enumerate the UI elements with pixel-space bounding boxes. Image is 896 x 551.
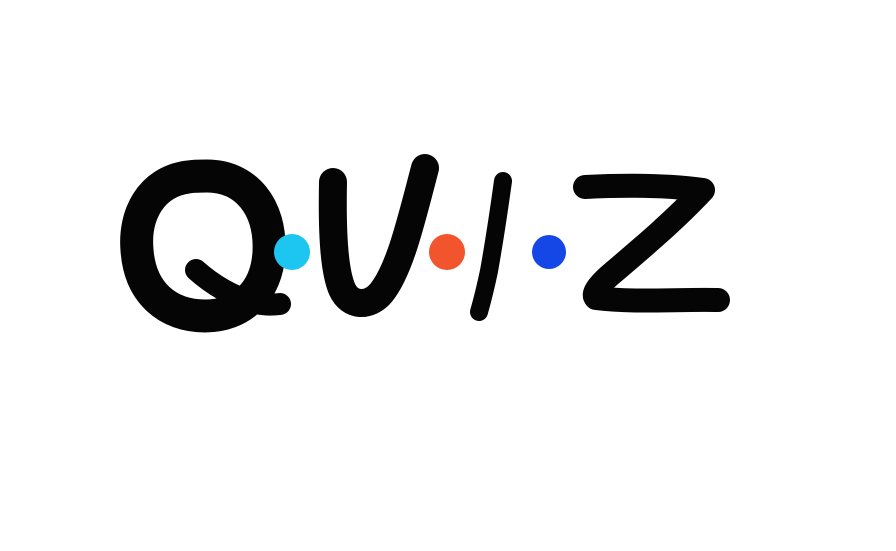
logo-letter-z xyxy=(573,173,730,313)
logo-letter-i xyxy=(470,172,512,321)
quiz-logo-canvas: QUIZ xyxy=(0,0,896,551)
logo-letter-q xyxy=(120,159,291,333)
orange-dot xyxy=(429,234,465,270)
logo-letters xyxy=(120,154,730,333)
blue-dot xyxy=(532,235,566,269)
quiz-logo xyxy=(120,154,730,333)
logo-letter-u xyxy=(318,154,439,317)
cyan-dot xyxy=(274,234,310,270)
